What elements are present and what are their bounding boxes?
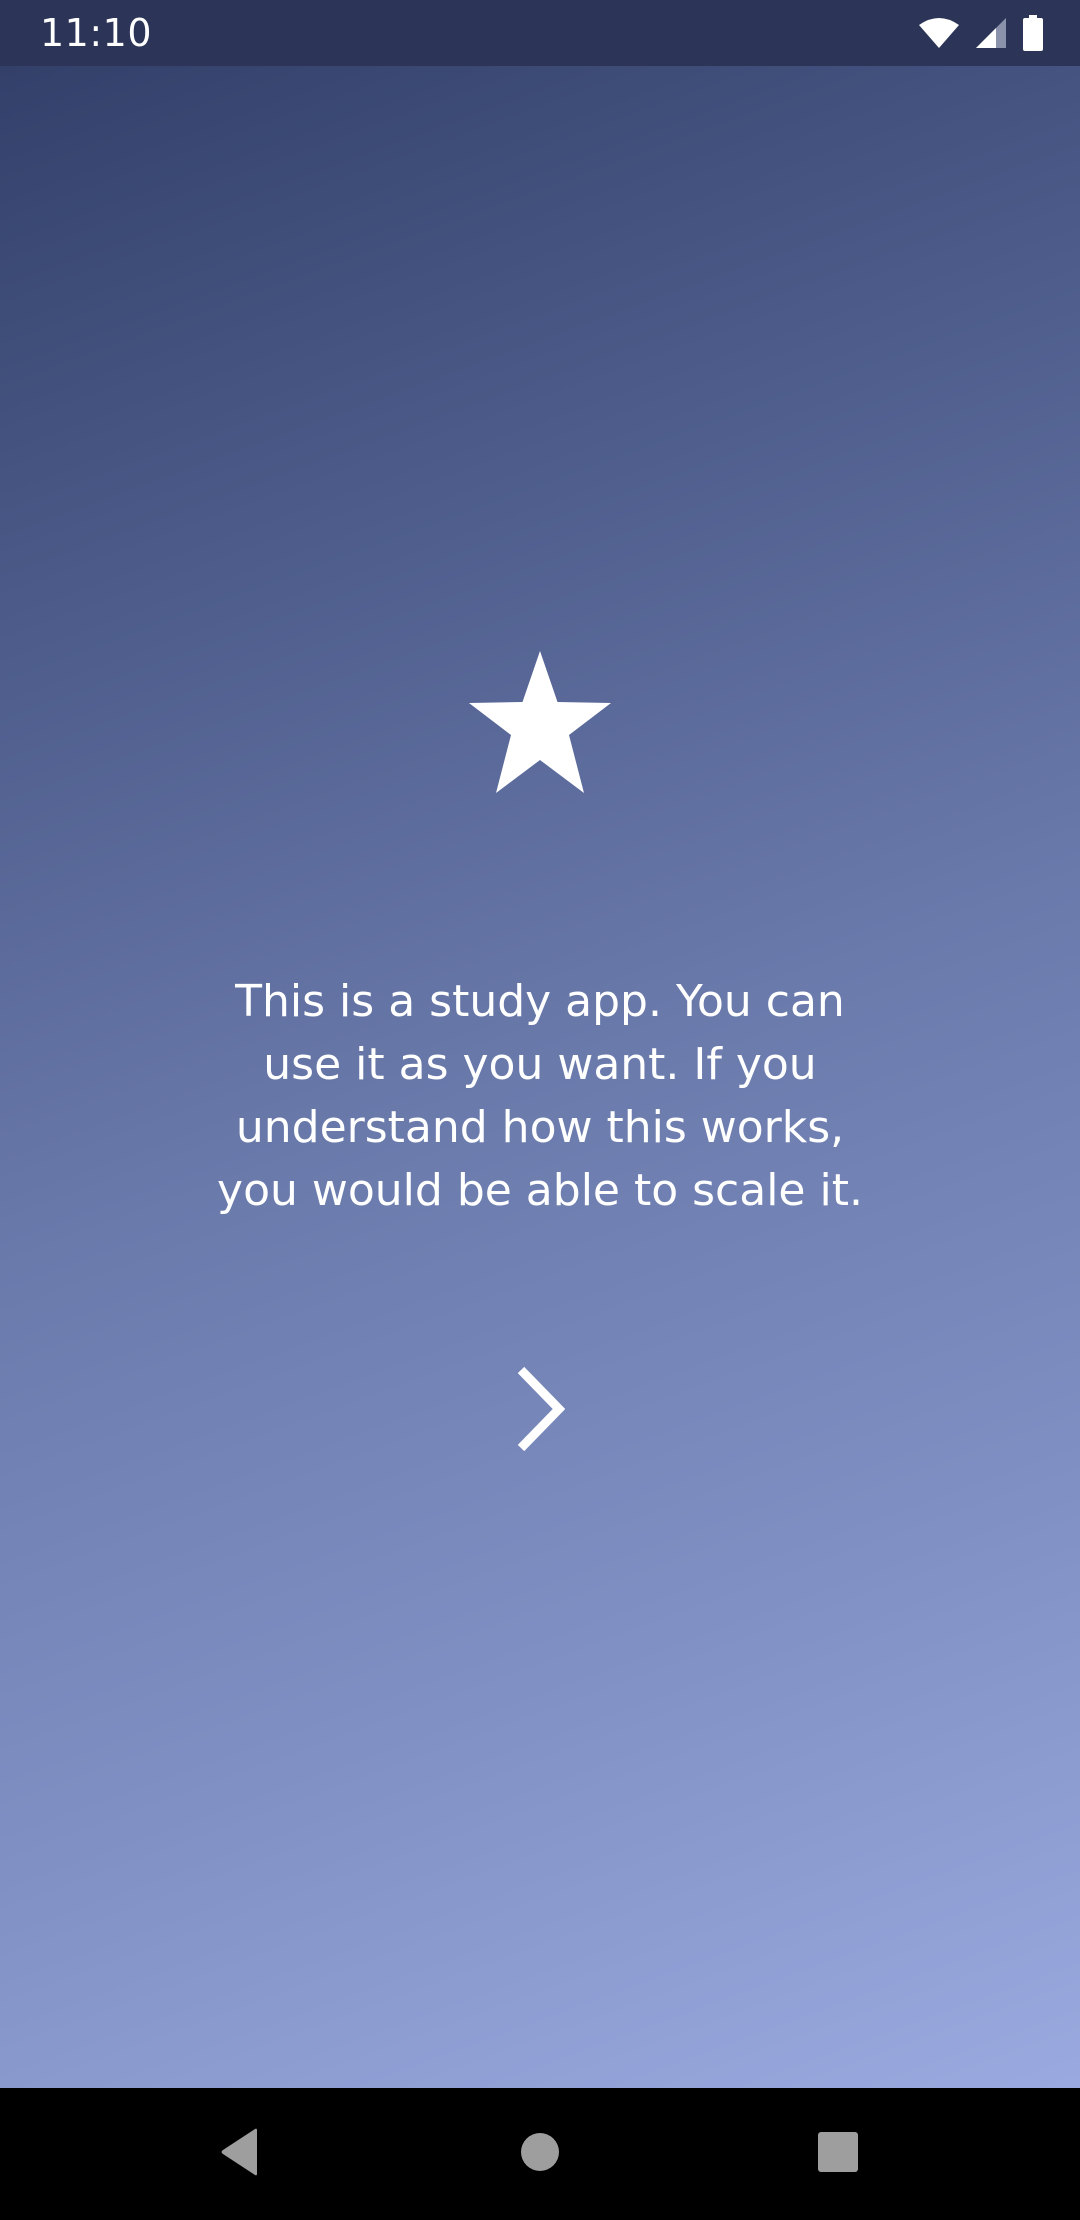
- star-icon: [465, 651, 615, 794]
- recents-button[interactable]: [798, 2114, 878, 2194]
- home-icon: [519, 2131, 561, 2177]
- status-icons: [918, 14, 1044, 52]
- status-bar: 11:10: [0, 0, 1080, 66]
- chevron-right-icon: [515, 1366, 566, 1456]
- signal-icon: [974, 16, 1008, 50]
- app-screen: 11:10 This is a study app. You can use i…: [0, 0, 1080, 2220]
- description-text: This is a study app. You can use it as y…: [217, 976, 863, 1216]
- battery-icon: [1022, 15, 1044, 51]
- back-icon: [219, 2128, 261, 2180]
- home-button[interactable]: [500, 2114, 580, 2194]
- onboarding-content: This is a study app. You can use it as y…: [0, 66, 1080, 2088]
- system-nav-bar: [0, 2088, 1080, 2220]
- recents-icon: [817, 2131, 859, 2177]
- next-button[interactable]: [500, 1356, 580, 1466]
- back-button[interactable]: [200, 2114, 280, 2194]
- wifi-icon: [918, 17, 960, 49]
- status-time: 11:10: [40, 11, 153, 55]
